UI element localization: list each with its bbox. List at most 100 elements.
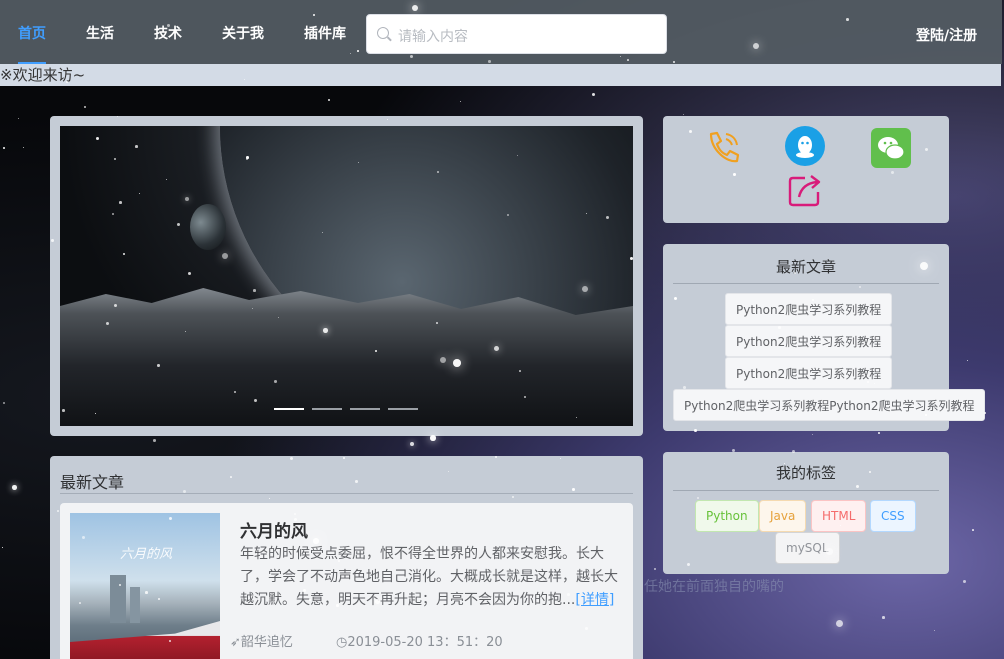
article-author: ➶韶华追忆: [230, 631, 293, 650]
snowflake: [683, 386, 686, 389]
snowflake: [778, 326, 781, 329]
carousel-image[interactable]: [60, 126, 633, 426]
nav-item-home[interactable]: 首页: [18, 0, 46, 64]
tags-card: 我的标签 Python Java HTML CSS mySQL: [663, 452, 949, 574]
snowflake: [582, 286, 588, 292]
recent-articles-card: 最新文章 Python2爬虫学习系列教程 Python2爬虫学习系列教程 Pyt…: [663, 244, 986, 431]
background-overflow-text: 任她在前面独自的嘴的: [644, 579, 784, 595]
snowflake: [654, 568, 656, 570]
snowflake: [882, 616, 885, 619]
snowflake: [79, 602, 81, 604]
snowflake: [436, 322, 438, 324]
snowflake: [567, 593, 570, 596]
snowflake: [153, 439, 156, 442]
snowflake: [627, 59, 629, 61]
carousel-indicator[interactable]: [274, 408, 304, 410]
snowflake: [836, 620, 843, 627]
snowflake: [12, 485, 17, 490]
snowflake: [135, 145, 138, 148]
snowflake: [430, 435, 436, 441]
carousel-indicator[interactable]: [350, 408, 380, 410]
search-icon: [377, 27, 389, 39]
snowflake: [689, 130, 692, 133]
ship-graphic: [70, 621, 220, 659]
snowflake: [572, 488, 575, 491]
article-title[interactable]: 六月的风: [240, 517, 308, 542]
recent-article-link[interactable]: Python2爬虫学习系列教程: [725, 293, 893, 325]
snowflake: [826, 548, 833, 555]
phone-icon[interactable]: [703, 128, 743, 168]
tag-html[interactable]: HTML: [811, 500, 867, 532]
top-nav: 首页 生活 技术 关于我 插件库 请输入内容 登陆/注册: [0, 0, 1002, 64]
snowflake: [891, 171, 894, 174]
snowflake: [792, 450, 795, 453]
article-author-name: 韶华追忆: [240, 635, 293, 650]
login-register-link[interactable]: 登陆/注册: [916, 25, 977, 45]
recent-article-link[interactable]: Python2爬虫学习系列教程: [725, 325, 893, 357]
snowflake: [812, 299, 814, 301]
nav-item-life[interactable]: 生活: [86, 0, 114, 64]
qq-icon[interactable]: [785, 126, 825, 166]
snowflake: [336, 604, 339, 607]
snowflake: [309, 599, 311, 601]
carousel-indicator[interactable]: [312, 408, 342, 410]
article-excerpt: 年轻的时候受点委屈，恨不得全世界的人都来安慰我。长大了，学会了不动声色地自己消化…: [240, 543, 625, 609]
welcome-banner: ※欢迎来访~: [0, 64, 1001, 86]
snowflake: [222, 253, 229, 260]
snowflake: [920, 262, 928, 270]
tags-title: 我的标签: [775, 464, 836, 482]
snowflake: [57, 510, 59, 512]
article-details-link[interactable]: [详情]: [575, 592, 614, 608]
tag-css[interactable]: CSS: [870, 500, 916, 532]
nav-item-about[interactable]: 关于我: [222, 0, 264, 64]
snowflake: [972, 529, 974, 531]
snowflake: [925, 148, 928, 151]
article-thumbnail[interactable]: 六月的风: [70, 513, 220, 659]
search-placeholder: 请输入内容: [398, 29, 468, 45]
snowflake: [230, 476, 232, 478]
tag-java[interactable]: Java: [759, 500, 807, 532]
snowflake: [303, 589, 306, 592]
snowflake: [112, 213, 114, 215]
wechat-icon[interactable]: [871, 128, 911, 168]
carousel-indicators: [274, 408, 424, 411]
snowflake: [732, 449, 735, 452]
snowflake: [323, 328, 328, 333]
snowflake: [246, 156, 249, 159]
carousel-indicator[interactable]: [388, 408, 418, 410]
snowflake: [448, 471, 449, 472]
snowflake: [95, 413, 96, 414]
snowflake: [925, 414, 927, 416]
snowflake: [519, 370, 521, 372]
snowflake: [357, 50, 359, 52]
snowflake: [355, 480, 358, 483]
snowflake: [585, 627, 588, 630]
snowflake: [169, 640, 171, 642]
article-card[interactable]: 六月的风 六月的风 年轻的时候受点委屈，恨不得全世界的人都来安慰我。长大了，学会…: [60, 503, 633, 659]
article-excerpt-text: 年轻的时候受点委屈，恨不得全世界的人都来安慰我。长大了，学会了不动声色地自己消化…: [240, 546, 618, 608]
building-graphic: [110, 575, 126, 623]
recent-article-link[interactable]: Python2爬虫学习系列教程Python2爬虫学习系列教程: [673, 389, 986, 421]
article-date: ◷2019-05-20 13：51：20: [336, 631, 503, 650]
article-date-text: 2019-05-20 13：51：20: [347, 635, 503, 650]
snowflake: [869, 471, 871, 473]
search-input[interactable]: 请输入内容: [366, 14, 667, 54]
snowflake: [410, 55, 413, 58]
building-graphic: [130, 587, 140, 623]
latest-articles-section: 最新文章 六月的风 六月的风 年轻的时候受点委屈，恨不得全世界的人都来安慰我。长…: [50, 456, 643, 659]
snowflake: [343, 457, 345, 459]
divider: [673, 490, 939, 491]
snowflake: [158, 598, 160, 600]
recent-article-link[interactable]: Python2爬虫学习系列教程: [725, 357, 893, 389]
clock-icon: ◷: [336, 635, 348, 650]
nav-item-tech[interactable]: 技术: [154, 0, 182, 64]
snowflake: [630, 257, 633, 260]
snowflake: [157, 364, 160, 367]
snowflake: [274, 380, 277, 383]
nav-item-plugins[interactable]: 插件库: [304, 0, 346, 64]
tag-python[interactable]: Python: [695, 500, 759, 532]
snowflake: [375, 599, 380, 604]
share-icon[interactable]: [785, 170, 825, 210]
snowflake: [294, 513, 296, 515]
snowflake: [733, 173, 736, 176]
